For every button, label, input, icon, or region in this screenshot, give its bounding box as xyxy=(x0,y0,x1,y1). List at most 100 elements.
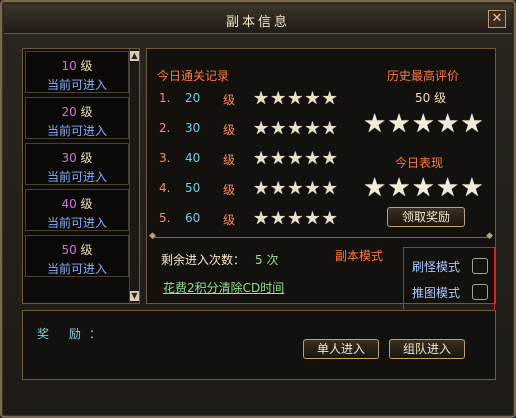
dungeon-detail-panel: 今日通关记录 历史最高评价 1. 20 级 2. 30 级 3. 40 级 4.… xyxy=(146,48,496,311)
level-unit: 级 xyxy=(80,243,93,257)
record-level: 50 xyxy=(185,181,201,195)
star-icon: ★ xyxy=(304,208,321,229)
star-icon: ★ xyxy=(387,173,411,203)
star-icon: ★ xyxy=(435,173,460,203)
record-stars: ★ ★ ★ ★ ★ xyxy=(253,209,338,229)
mode-checkbox-monster[interactable] xyxy=(472,258,488,274)
star-icon: ★ xyxy=(304,118,321,139)
window-title: 副本信息 xyxy=(225,15,290,30)
level-status: 当前可进入 xyxy=(46,170,107,184)
record-unit: 级 xyxy=(223,153,236,167)
record-index: 4. xyxy=(159,181,171,195)
star-icon: ★ xyxy=(363,109,387,139)
record-unit: 级 xyxy=(223,183,236,197)
star-icon: ★ xyxy=(287,88,304,109)
mode-checkbox-push[interactable] xyxy=(472,284,488,300)
records-title: 今日通关记录 xyxy=(157,69,230,83)
remaining-entries: 剩余进入次数： 5 次 xyxy=(161,251,278,268)
level-status: 当前可进入 xyxy=(46,216,107,230)
record-index: 3. xyxy=(159,151,171,165)
history-level: 50 级 xyxy=(415,91,447,105)
star-icon: ★ xyxy=(287,208,304,229)
level-status: 当前可进入 xyxy=(46,262,107,276)
mode-selector: 刷怪模式 推图模式 xyxy=(403,247,495,311)
history-title: 历史最高评价 xyxy=(387,69,460,83)
level-unit: 级 xyxy=(80,59,93,73)
star-icon: ★ xyxy=(270,118,287,139)
star-icon: ★ xyxy=(253,148,270,169)
record-index: 5. xyxy=(159,211,171,225)
clear-cd-link[interactable]: 花费2积分清除CD时间 xyxy=(163,279,284,296)
record-stars: ★ ★ ★ ★ ★ xyxy=(253,149,338,169)
star-icon: ★ xyxy=(270,178,287,199)
claim-reward-button[interactable]: 领取奖励 xyxy=(387,207,465,227)
star-icon: ★ xyxy=(287,118,304,139)
star-icon: ★ xyxy=(270,208,287,229)
level-number: 50 xyxy=(61,243,77,257)
level-scrollbar[interactable]: ▲ ▼ xyxy=(129,49,139,303)
star-icon: ★ xyxy=(287,148,304,169)
star-icon: ★ xyxy=(321,178,338,199)
history-stars: ★ ★ ★ ★ ★ xyxy=(363,111,484,137)
record-unit: 级 xyxy=(223,213,236,227)
level-list: 10 级 当前可进入 20 级 当前可进入 30 级 当前可进入 40 级 当前… xyxy=(22,48,140,304)
level-item-20[interactable]: 20 级 当前可进入 xyxy=(25,97,129,139)
level-status: 当前可进入 xyxy=(46,124,107,138)
star-icon: ★ xyxy=(287,178,304,199)
star-icon: ★ xyxy=(270,88,287,109)
star-icon: ★ xyxy=(321,88,338,109)
star-icon: ★ xyxy=(321,118,338,139)
star-icon: ★ xyxy=(253,88,270,109)
reward-label: 奖 励： xyxy=(37,327,109,341)
record-level: 30 xyxy=(185,121,201,135)
star-icon: ★ xyxy=(304,178,321,199)
star-icon: ★ xyxy=(321,148,338,169)
level-number: 10 xyxy=(61,59,77,73)
mode-title: 副本模式 xyxy=(335,249,384,263)
star-icon: ★ xyxy=(270,148,287,169)
level-item-50[interactable]: 50 级 当前可进入 xyxy=(25,235,129,277)
today-stars: ★ ★ ★ ★ ★ xyxy=(363,175,484,201)
star-icon: ★ xyxy=(411,109,435,139)
today-title: 今日表现 xyxy=(395,156,444,170)
star-icon: ★ xyxy=(460,109,484,139)
record-level: 60 xyxy=(185,211,201,225)
star-icon: ★ xyxy=(304,88,321,109)
level-number: 30 xyxy=(61,151,77,165)
star-icon: ★ xyxy=(363,173,387,203)
level-item-10[interactable]: 10 级 当前可进入 xyxy=(25,51,129,93)
star-icon: ★ xyxy=(435,109,460,139)
scroll-down-icon[interactable]: ▼ xyxy=(130,291,139,301)
level-unit: 级 xyxy=(80,105,93,119)
single-enter-button[interactable]: 单人进入 xyxy=(303,339,379,359)
level-number: 40 xyxy=(61,197,77,211)
level-unit: 级 xyxy=(80,197,93,211)
star-icon: ★ xyxy=(460,173,484,203)
record-level: 20 xyxy=(185,91,201,105)
record-unit: 级 xyxy=(223,123,236,137)
scroll-up-icon[interactable]: ▲ xyxy=(130,51,139,61)
remaining-label: 剩余进入次数： xyxy=(161,253,246,267)
mode-label-monster: 刷怪模式 xyxy=(412,260,461,274)
level-status: 当前可进入 xyxy=(46,78,107,92)
record-unit: 级 xyxy=(223,93,236,107)
star-icon: ★ xyxy=(411,173,435,203)
star-icon: ★ xyxy=(253,118,270,139)
reward-panel: 奖 励： 单人进入 组队进入 xyxy=(22,310,496,380)
team-enter-button[interactable]: 组队进入 xyxy=(389,339,465,359)
star-icon: ★ xyxy=(304,148,321,169)
level-item-40[interactable]: 40 级 当前可进入 xyxy=(25,189,129,231)
record-stars: ★ ★ ★ ★ ★ xyxy=(253,119,338,139)
star-icon: ★ xyxy=(387,109,411,139)
level-item-30[interactable]: 30 级 当前可进入 xyxy=(25,143,129,185)
remaining-count: 5 次 xyxy=(255,253,279,267)
close-button[interactable]: ✕ xyxy=(488,10,506,28)
star-icon: ★ xyxy=(253,178,270,199)
star-icon: ★ xyxy=(253,208,270,229)
mode-label-push: 推图模式 xyxy=(412,286,461,300)
title-bar: 副本信息 ✕ xyxy=(4,4,512,34)
section-divider xyxy=(149,231,493,245)
level-unit: 级 xyxy=(80,151,93,165)
record-level: 40 xyxy=(185,151,201,165)
dungeon-info-window: 副本信息 ✕ 10 级 当前可进入 20 级 当前可进入 30 级 当前可进入 … xyxy=(0,0,516,418)
